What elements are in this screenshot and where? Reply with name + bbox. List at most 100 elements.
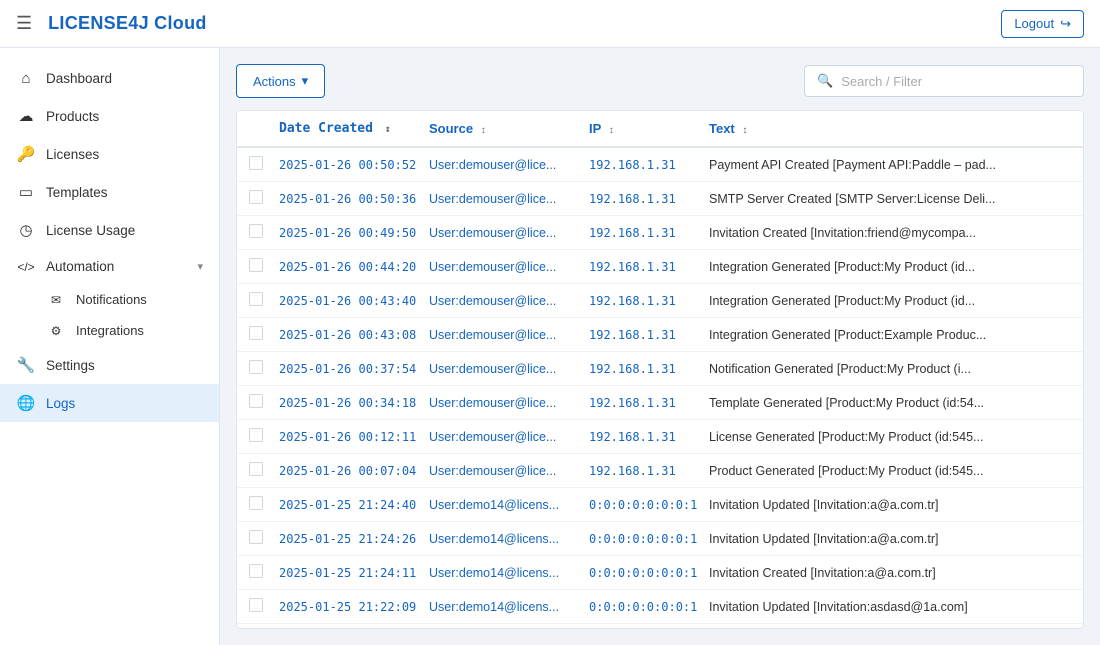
- row-checkbox-cell[interactable]: [237, 556, 267, 590]
- col-header-ip[interactable]: IP ↕: [577, 111, 697, 147]
- row-text: Invitation Created [Invitation:a@a.com.t…: [697, 556, 1083, 590]
- row-checkbox-cell[interactable]: [237, 216, 267, 250]
- col-header-source[interactable]: Source ↕: [417, 111, 577, 147]
- row-checkbox[interactable]: [249, 156, 263, 170]
- row-date: 2025-01-26 00:07:04: [267, 454, 417, 488]
- row-checkbox-cell[interactable]: [237, 284, 267, 318]
- row-checkbox-cell[interactable]: [237, 318, 267, 352]
- row-ip: 0:0:0:0:0:0:0:1: [577, 556, 697, 590]
- actions-button[interactable]: Actions ▾: [236, 64, 325, 98]
- table-row[interactable]: 2025-01-25 21:24:26 User:demo14@licens..…: [237, 522, 1083, 556]
- row-checkbox[interactable]: [249, 530, 263, 544]
- table-row[interactable]: 2025-01-25 21:24:40 User:demo14@licens..…: [237, 488, 1083, 522]
- sidebar-item-settings[interactable]: 🔧 Settings: [0, 346, 219, 384]
- row-checkbox-cell[interactable]: [237, 182, 267, 216]
- row-checkbox-cell[interactable]: [237, 454, 267, 488]
- row-checkbox-cell[interactable]: [237, 147, 267, 182]
- row-checkbox[interactable]: [249, 428, 263, 442]
- table-row[interactable]: 2025-01-26 00:49:50 User:demouser@lice..…: [237, 216, 1083, 250]
- row-text: Product Generated [Product:My Product (i…: [697, 454, 1083, 488]
- row-checkbox[interactable]: [249, 564, 263, 578]
- row-text: Invitation Updated [Invitation:asdasd@1a…: [697, 590, 1083, 624]
- search-filter-box[interactable]: 🔍 Search / Filter: [804, 65, 1084, 97]
- sidebar-item-products[interactable]: ☁ Products: [0, 97, 219, 135]
- sidebar-item-dashboard[interactable]: ⌂ Dashboard: [0, 60, 219, 97]
- menu-icon[interactable]: ☰: [16, 13, 32, 34]
- table-row[interactable]: 2025-01-26 00:44:20 User:demouser@lice..…: [237, 250, 1083, 284]
- row-checkbox-cell[interactable]: [237, 488, 267, 522]
- table-row[interactable]: 2025-01-26 00:12:11 User:demouser@lice..…: [237, 420, 1083, 454]
- col-header-text[interactable]: Text ↕: [697, 111, 1083, 147]
- table-row[interactable]: 2025-01-26 00:37:54 User:demouser@lice..…: [237, 352, 1083, 386]
- row-text: Invitation Updated [Invitation:a@a.com.t…: [697, 522, 1083, 556]
- row-ip: 0:0:0:0:0:0:0:1: [577, 590, 697, 624]
- row-ip: 0:0:0:0:0:0:0:1: [577, 624, 697, 629]
- row-checkbox-cell[interactable]: [237, 522, 267, 556]
- row-date: 2025-01-25 21:24:40: [267, 488, 417, 522]
- row-text: Invitation Updated [Invitation:a@a.com.t…: [697, 488, 1083, 522]
- row-checkbox-cell[interactable]: [237, 624, 267, 629]
- row-ip: 192.168.1.31: [577, 386, 697, 420]
- logout-label: Logout: [1014, 16, 1054, 31]
- row-source: User:demouser@lice...: [417, 318, 577, 352]
- row-source: User:demo14@licens...: [417, 556, 577, 590]
- row-checkbox[interactable]: [249, 598, 263, 612]
- row-text: SMTP Server Created [SMTP Server:License…: [697, 182, 1083, 216]
- sidebar-item-templates[interactable]: ▭ Templates: [0, 173, 219, 211]
- row-source: User:demouser@lice...: [417, 284, 577, 318]
- table-row[interactable]: 2025-01-26 00:50:52 User:demouser@lice..…: [237, 147, 1083, 182]
- main-layout: ⌂ Dashboard ☁ Products 🔑 Licenses ▭ Temp…: [0, 48, 1100, 645]
- row-checkbox[interactable]: [249, 292, 263, 306]
- row-date: 2025-01-25 21:21:34: [267, 624, 417, 629]
- sidebar-item-logs[interactable]: 🌐 Logs: [0, 384, 219, 422]
- row-checkbox[interactable]: [249, 496, 263, 510]
- row-source: User:demo14@licens...: [417, 624, 577, 629]
- row-source: User:demo14@licens...: [417, 590, 577, 624]
- row-checkbox[interactable]: [249, 258, 263, 272]
- table-row[interactable]: 2025-01-26 00:34:18 User:demouser@lice..…: [237, 386, 1083, 420]
- row-checkbox-cell[interactable]: [237, 590, 267, 624]
- row-checkbox[interactable]: [249, 326, 263, 340]
- row-source: User:demouser@lice...: [417, 147, 577, 182]
- row-checkbox[interactable]: [249, 190, 263, 204]
- col-header-date[interactable]: Date Created ↕: [267, 111, 417, 147]
- row-checkbox[interactable]: [249, 394, 263, 408]
- row-checkbox-cell[interactable]: [237, 250, 267, 284]
- sort-icon-date: ↕: [385, 124, 391, 135]
- row-checkbox-cell[interactable]: [237, 386, 267, 420]
- row-source: User:demouser@lice...: [417, 454, 577, 488]
- toolbar: Actions ▾ 🔍 Search / Filter: [236, 64, 1084, 98]
- sidebar-item-licenses[interactable]: 🔑 Licenses: [0, 135, 219, 173]
- row-ip: 0:0:0:0:0:0:0:1: [577, 522, 697, 556]
- table-row[interactable]: 2025-01-25 21:24:11 User:demo14@licens..…: [237, 556, 1083, 590]
- row-text: Integration Generated [Product:My Produc…: [697, 250, 1083, 284]
- sidebar-item-notifications[interactable]: ✉ Notifications: [46, 284, 219, 315]
- table-row[interactable]: 2025-01-25 21:21:34 User:demo14@licens..…: [237, 624, 1083, 629]
- row-checkbox-cell[interactable]: [237, 420, 267, 454]
- row-checkbox[interactable]: [249, 360, 263, 374]
- table-row[interactable]: 2025-01-25 21:22:09 User:demo14@licens..…: [237, 590, 1083, 624]
- topbar: ☰ LICENSE4J Cloud Logout ↪: [0, 0, 1100, 48]
- row-checkbox[interactable]: [249, 224, 263, 238]
- sidebar-item-integrations[interactable]: ⚙ Integrations: [46, 315, 219, 346]
- content-area: Actions ▾ 🔍 Search / Filter Date Created: [220, 48, 1100, 645]
- sort-icon-source: ↕: [481, 125, 486, 136]
- sidebar-label-products: Products: [46, 109, 99, 124]
- row-checkbox[interactable]: [249, 462, 263, 476]
- table-scroll[interactable]: Date Created ↕ Source ↕ IP ↕: [237, 111, 1083, 628]
- sidebar-item-license-usage[interactable]: ◷ License Usage: [0, 211, 219, 249]
- sort-icon-text: ↕: [742, 125, 747, 136]
- logout-button[interactable]: Logout ↪: [1001, 10, 1084, 38]
- search-placeholder: Search / Filter: [841, 74, 922, 89]
- row-date: 2025-01-26 00:34:18: [267, 386, 417, 420]
- row-checkbox-cell[interactable]: [237, 352, 267, 386]
- sidebar-item-automation[interactable]: </> Automation ▾: [0, 249, 219, 284]
- table-row[interactable]: 2025-01-26 00:43:08 User:demouser@lice..…: [237, 318, 1083, 352]
- table-row[interactable]: 2025-01-26 00:43:40 User:demouser@lice..…: [237, 284, 1083, 318]
- table-row[interactable]: 2025-01-26 00:07:04 User:demouser@lice..…: [237, 454, 1083, 488]
- sort-icon-ip: ↕: [609, 125, 614, 136]
- table-row[interactable]: 2025-01-26 00:50:36 User:demouser@lice..…: [237, 182, 1083, 216]
- row-ip: 192.168.1.31: [577, 147, 697, 182]
- row-text: Invitation Created [Invitation:asdasd@1a…: [697, 624, 1083, 629]
- row-date: 2025-01-25 21:22:09: [267, 590, 417, 624]
